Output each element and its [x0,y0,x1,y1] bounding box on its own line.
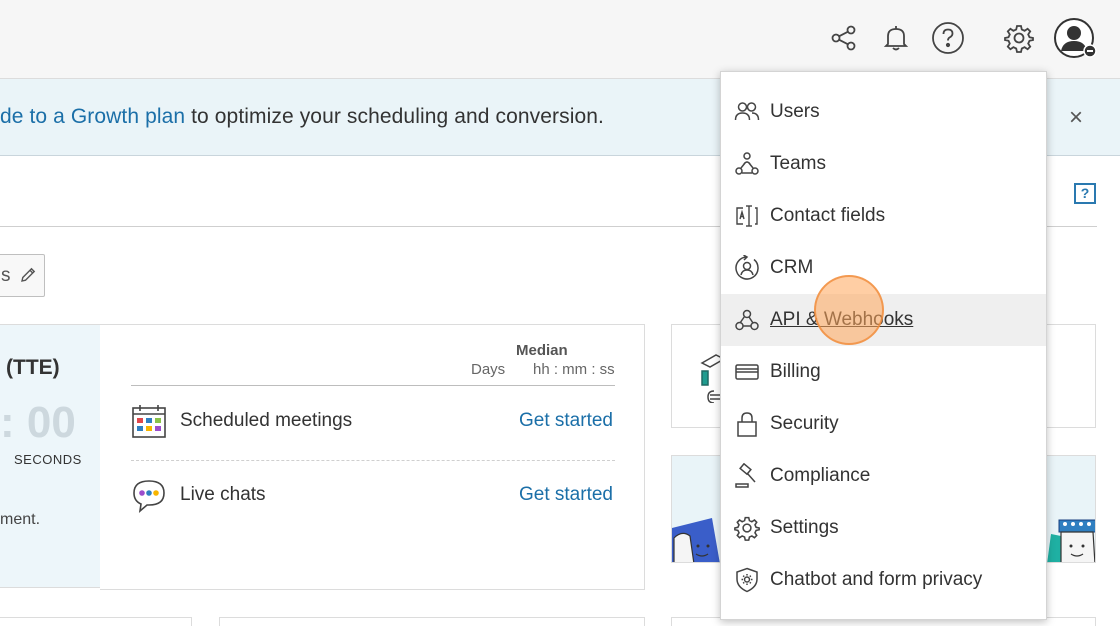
gear-icon [734,515,760,541]
lock-icon [734,411,760,437]
menu-item-label: Compliance [770,465,871,486]
menu-item-billing[interactable]: Billing [721,346,1046,398]
menu-item-label: Settings [770,517,839,538]
menu-item-compliance[interactable]: Compliance [721,450,1046,502]
webhooks-icon [734,307,760,333]
menu-item-contact-fields[interactable]: Contact fields [721,190,1046,242]
tte-footer-text: ment. [0,511,41,528]
scheduled-meetings-get-started-link[interactable]: Get started [519,410,613,432]
crm-icon [734,254,760,281]
share-icon[interactable] [824,18,864,58]
settings-dropdown-menu: Users Teams Contact fields CRM API & Web… [720,71,1047,620]
contact-fields-icon [734,203,760,229]
menu-item-label: Security [770,413,839,434]
gear-icon[interactable] [999,18,1039,58]
menu-item-label: Contact fields [770,205,886,226]
people-illustration-left-icon [672,518,722,562]
menu-item-teams[interactable]: Teams [721,138,1046,190]
upgrade-banner-text: de to a Growth plan to optimize your sch… [0,105,604,129]
close-banner-button[interactable]: × [1063,106,1089,132]
users-icon [734,99,760,125]
menu-item-users[interactable]: Users [721,86,1046,138]
menu-item-label: Teams [770,153,826,174]
edit-filter-chip[interactable]: s [0,254,45,297]
menu-item-label: Users [770,101,820,122]
bottom-card-1 [0,617,192,626]
calendar-icon [131,403,167,444]
people-illustration-right-icon [1047,516,1095,562]
median-label: Median [516,342,568,359]
credit-card-icon [734,359,760,385]
user-avatar-icon[interactable] [1052,16,1098,62]
page-help-icon[interactable]: ? [1074,183,1096,204]
menu-item-label: Billing [770,361,821,382]
banner-message: to optimize your scheduling and conversi… [185,105,604,128]
tte-seconds-label: SECONDS [14,452,82,467]
bell-icon[interactable] [876,18,916,58]
metrics-row-divider [131,460,615,461]
tte-timer-value: : 00 [0,398,76,447]
help-icon[interactable] [928,18,968,58]
days-label: Days [471,361,506,378]
metrics-header-divider [131,385,615,386]
chat-icon [131,478,167,519]
upgrade-plan-link[interactable]: de to a Growth plan [0,105,185,128]
scheduled-meetings-label: Scheduled meetings [180,410,353,431]
menu-item-crm[interactable]: CRM [721,242,1046,294]
bottom-card-2 [219,617,645,626]
live-chats-get-started-link[interactable]: Get started [519,484,613,506]
live-chats-label: Live chats [180,484,266,505]
menu-item-label: API & Webhooks [770,309,914,330]
shield-gear-icon [734,567,760,593]
pencil-icon [19,266,37,289]
edit-chip-text: s [1,265,11,286]
time-format-label: hh : mm : ss [533,361,615,378]
menu-item-api-webhooks[interactable]: API & Webhooks [721,294,1046,346]
menu-item-label: CRM [770,257,814,278]
menu-item-security[interactable]: Security [721,398,1046,450]
menu-item-settings[interactable]: Settings [721,502,1046,554]
tte-title: (TTE) [6,356,60,379]
gavel-icon [734,462,760,489]
menu-item-label: Chatbot and form privacy [770,569,983,590]
teams-icon [734,151,760,177]
menu-item-chatbot-form-privacy[interactable]: Chatbot and form privacy [721,554,1046,606]
